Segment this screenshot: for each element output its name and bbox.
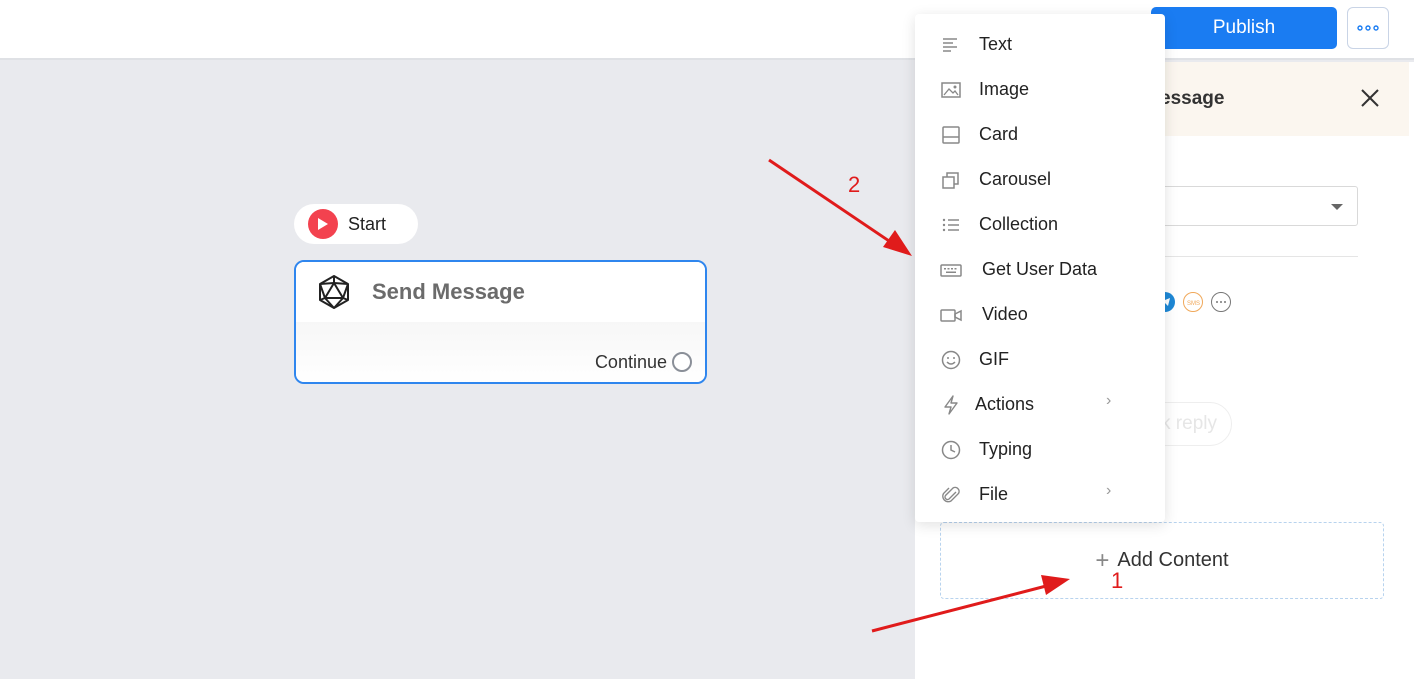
card-icon — [942, 126, 960, 144]
lightning-icon — [944, 395, 958, 415]
menu-item-label: Text — [979, 34, 1013, 54]
caret-down-icon — [1331, 204, 1343, 210]
image-icon — [941, 82, 961, 98]
publish-button[interactable]: Publish — [1151, 7, 1337, 49]
smiley-icon — [941, 350, 961, 370]
node-title: Send Message — [372, 279, 525, 304]
menu-item-label: Collection — [979, 214, 1059, 234]
node-body: Continue — [296, 322, 705, 382]
menu-item-label: Get User Data — [982, 259, 1098, 279]
annotation-label-1: 1 — [1111, 568, 1124, 593]
menu-item-label: Card — [979, 124, 1019, 144]
add-content-label: Add Content — [1117, 549, 1229, 571]
menu-item-label: Actions — [975, 394, 1035, 414]
keyboard-icon — [940, 264, 962, 277]
menu-item-card[interactable]: Card — [915, 112, 1165, 157]
paperclip-icon — [942, 486, 960, 503]
icosahedron-icon — [319, 275, 349, 309]
panel-title: essage — [1160, 88, 1225, 109]
menu-item-label: Image — [979, 79, 1030, 99]
add-content-menu: Text Image Card Carousel Collection Get … — [915, 14, 1165, 522]
plus-icon: + — [1095, 546, 1110, 574]
menu-item-label: Video — [982, 304, 1028, 324]
menu-item-collection[interactable]: Collection — [915, 202, 1165, 247]
text-lines-icon — [943, 38, 957, 52]
chat-bubble-icon — [1211, 292, 1231, 312]
menu-item-gif[interactable]: GIF — [915, 337, 1165, 382]
menu-item-image[interactable]: Image — [915, 67, 1165, 112]
add-content-button[interactable]: + Add Content — [940, 522, 1384, 599]
carousel-icon — [942, 172, 959, 189]
menu-item-label: Typing — [979, 439, 1033, 459]
channel-icon-list: SMS — [1155, 292, 1231, 312]
clock-icon — [941, 440, 961, 460]
menu-item-get-user-data[interactable]: Get User Data — [915, 247, 1165, 292]
node-header: Send Message — [296, 262, 705, 322]
video-icon — [940, 309, 962, 322]
more-dots-icon — [1357, 25, 1379, 31]
menu-item-typing[interactable]: Typing — [915, 427, 1165, 472]
menu-item-text[interactable]: Text — [915, 22, 1165, 67]
menu-item-actions[interactable]: Actions › — [915, 382, 1165, 427]
svg-text:SMS: SMS — [1187, 301, 1200, 306]
menu-item-label: File — [979, 484, 1009, 504]
menu-item-video[interactable]: Video — [915, 292, 1165, 337]
annotation-label-2: 2 — [848, 172, 861, 197]
menu-item-file[interactable]: File › — [915, 472, 1165, 517]
continue-port[interactable] — [672, 352, 692, 372]
menu-item-label: GIF — [979, 349, 1009, 369]
close-icon[interactable] — [1358, 86, 1382, 110]
more-options-button[interactable] — [1347, 7, 1389, 49]
list-icon — [942, 218, 959, 232]
chevron-right-icon: › — [1106, 392, 1112, 409]
top-bar: Publish — [0, 0, 1414, 60]
continue-label: Continue — [594, 352, 667, 372]
menu-item-carousel[interactable]: Carousel — [915, 157, 1165, 202]
play-icon — [308, 209, 338, 239]
start-label: Start — [348, 213, 387, 234]
start-node[interactable]: Start — [294, 204, 418, 244]
chevron-right-icon: › — [1106, 482, 1112, 499]
menu-item-label: Carousel — [979, 169, 1052, 189]
send-message-node[interactable]: Send Message Continue — [294, 260, 707, 384]
sms-icon: SMS — [1183, 292, 1203, 312]
